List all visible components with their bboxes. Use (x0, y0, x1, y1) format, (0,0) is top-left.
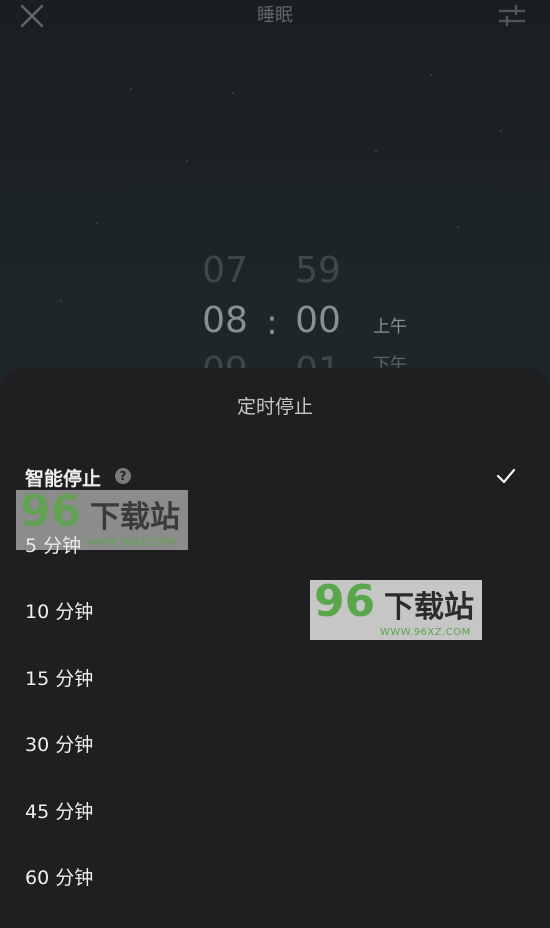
option-label: 60 分钟 (25, 867, 94, 889)
time-separator: : (266, 303, 278, 343)
watermark-url: WWW.96XZ.COM (86, 537, 177, 548)
option-label: 30 分钟 (25, 734, 94, 756)
top-bar: 睡眠 (0, 0, 550, 40)
option-15-min[interactable]: 15 分钟 (0, 646, 550, 706)
settings-sliders-icon[interactable] (496, 2, 528, 30)
page-title: 睡眠 (257, 5, 293, 26)
watermark-text: 下载站 (384, 590, 474, 625)
watermark-logo: 96 下载站 WWW.96XZ.COM (16, 486, 188, 550)
timer-stop-sheet: 定时停止 智能停止 ? 5 分钟 10 分钟 15 分钟 30 分钟 45 分钟… (0, 368, 550, 928)
hour-option-prev[interactable]: 07 (195, 250, 255, 291)
minute-option-prev[interactable]: 59 (288, 250, 348, 291)
watermark-number: 96 (314, 576, 376, 627)
option-60-min[interactable]: 60 分钟 (0, 845, 550, 905)
watermark-url: WWW.96XZ.COM (380, 627, 471, 638)
am-option[interactable]: 上午 (373, 312, 407, 337)
option-45-min[interactable]: 45 分钟 (0, 779, 550, 839)
hour-selected[interactable]: 08 (195, 300, 255, 341)
check-icon (496, 468, 516, 484)
option-label: 45 分钟 (25, 801, 94, 823)
option-label: 15 分钟 (25, 668, 94, 690)
sheet-title: 定时停止 (236, 396, 313, 418)
watermark-logo: 96 下载站 WWW.96XZ.COM (310, 576, 482, 640)
help-icon[interactable]: ? (115, 468, 131, 484)
option-label: 10 分钟 (25, 601, 94, 623)
minute-selected[interactable]: 00 (288, 300, 348, 341)
option-30-min[interactable]: 30 分钟 (0, 712, 550, 772)
watermark-text: 下载站 (90, 500, 180, 535)
watermark-number: 96 (20, 486, 82, 537)
